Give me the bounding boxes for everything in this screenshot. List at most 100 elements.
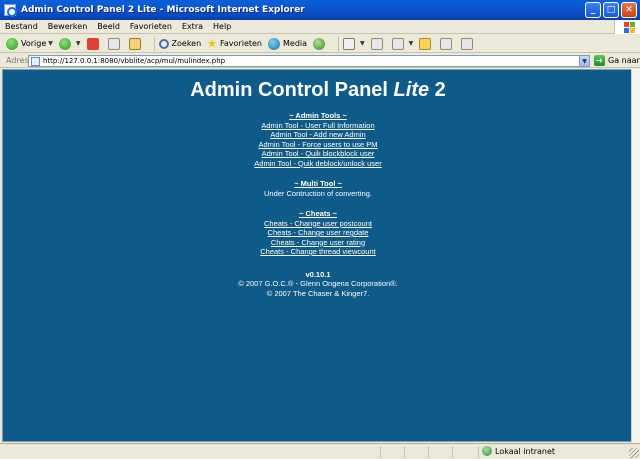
address-bar: Adres http://127.0.0.1:8080/vbblite/acp/… (0, 54, 640, 68)
chevron-down-icon[interactable]: ▼ (579, 56, 589, 66)
forward-arrow-icon (58, 37, 71, 50)
admin-tools-heading: ~ Admin Tools ~ (289, 111, 347, 120)
vertical-scrollbar[interactable] (631, 69, 640, 443)
media-label: Media (283, 39, 308, 48)
folder-button[interactable] (419, 37, 434, 50)
close-button[interactable]: ✕ (621, 2, 637, 18)
admin-tools-section: ~ Admin Tools ~ Admin Tool - User Full I… (3, 111, 633, 168)
messenger-button[interactable] (440, 37, 455, 50)
address-input[interactable]: http://127.0.0.1:8080/vbblite/acp/mul/mu… (28, 55, 590, 67)
research-button[interactable] (461, 37, 476, 50)
copyright-chaser: © 2007 The Chaser & Kinger7. (266, 288, 370, 298)
address-label: Adres (6, 56, 29, 65)
toolbar-separator (153, 36, 155, 51)
back-button[interactable]: Vorige ▼ (6, 37, 53, 50)
status-divider (452, 446, 453, 458)
stop-button[interactable] (86, 37, 102, 50)
stop-icon (86, 37, 99, 50)
intranet-icon (482, 446, 492, 456)
menu-bewerken[interactable]: Bewerken (43, 22, 93, 31)
page-title-main: Admin Control Panel (190, 79, 394, 101)
cheats-section: ~ Cheats ~ Cheats - Change user postcoun… (3, 209, 633, 257)
link-change-viewcount[interactable]: Cheats - Change thread viewcount (3, 247, 633, 257)
refresh-icon (107, 37, 120, 50)
status-divider (478, 446, 479, 458)
home-icon (128, 37, 141, 50)
search-button[interactable]: Zoeken (158, 38, 202, 49)
media-button[interactable]: Media (268, 37, 308, 50)
messenger-icon (440, 37, 453, 50)
home-button[interactable] (128, 37, 144, 50)
link-force-pm[interactable]: Admin Tool - Force users to use PM (3, 140, 633, 150)
print-button[interactable] (370, 37, 386, 50)
menu-favorieten[interactable]: Favorieten (125, 22, 177, 31)
link-quik-deblock[interactable]: Admin Tool - Quik deblock/unlock user (3, 159, 633, 169)
minimize-button[interactable]: _ (585, 2, 601, 18)
forward-button[interactable]: ▼ (58, 37, 81, 50)
multi-tool-text: Under Contruction of converting. (264, 188, 372, 198)
resize-grip[interactable] (629, 448, 639, 458)
edit-button[interactable]: ▼ (391, 37, 414, 50)
window-title: Admin Control Panel 2 Lite - Microsoft I… (21, 5, 305, 15)
search-label: Zoeken (171, 39, 202, 48)
page-title-lite: Lite (393, 79, 430, 101)
go-arrow-icon: ➜ (594, 55, 605, 66)
back-arrow-icon (6, 37, 18, 50)
page-icon (31, 56, 40, 66)
star-icon: ★ (207, 37, 218, 50)
link-change-rating[interactable]: Cheats - Change user rating (3, 238, 633, 248)
favorites-button[interactable]: ★ Favorieten (207, 37, 262, 50)
media-icon (268, 37, 280, 50)
page-title-version: 2 (429, 79, 446, 101)
multi-tool-section: ~ Multi Tool ~ Under Contruction of conv… (3, 179, 633, 198)
cheats-heading: ~ Cheats ~ (299, 209, 337, 218)
word-icon (391, 37, 404, 50)
go-label: Ga naar (608, 56, 640, 65)
address-value[interactable]: http://127.0.0.1:8080/vbblite/acp/mul/mu… (43, 57, 225, 65)
toolbar: Vorige ▼ ▼ Zoeken ★ Favorieten Media ▼ ▼ (0, 35, 640, 53)
menu-extra[interactable]: Extra (177, 22, 208, 31)
link-add-new-admin[interactable]: Admin Tool - Add new Admin (3, 130, 633, 140)
title-bar[interactable]: Admin Control Panel 2 Lite - Microsoft I… (0, 0, 640, 20)
chevron-down-icon[interactable]: ▼ (409, 40, 414, 47)
status-divider (428, 446, 429, 458)
window-controls: _ □ ✕ (585, 2, 637, 18)
menu-bar: Bestand Bewerken Beeld Favorieten Extra … (0, 20, 640, 34)
status-divider (380, 446, 381, 458)
go-button[interactable]: ➜ Ga naar (594, 55, 640, 66)
back-label: Vorige (21, 39, 47, 48)
mail-icon (343, 37, 356, 50)
page-title: Admin Control Panel Lite 2 (3, 79, 633, 103)
page-footer: v0.10.1 © 2007 G.O.C.® - Glenn Ongena Co… (3, 270, 633, 299)
search-icon (158, 38, 169, 49)
status-divider (404, 446, 405, 458)
version-text: v0.10.1 (305, 269, 331, 279)
research-icon (461, 37, 474, 50)
ie-icon (4, 4, 17, 17)
status-bar: Lokaal intranet (0, 443, 640, 459)
security-zone: Lokaal intranet (482, 446, 555, 456)
menu-beeld[interactable]: Beeld (92, 22, 125, 31)
refresh-button[interactable] (107, 37, 123, 50)
toolbar-separator (338, 36, 340, 51)
menu-bestand[interactable]: Bestand (0, 22, 43, 31)
zone-label: Lokaal intranet (495, 446, 556, 456)
link-user-full-info[interactable]: Admin Tool - User Full Information (3, 121, 633, 131)
print-icon (370, 37, 383, 50)
link-quik-block[interactable]: Admin Tool - Quik blockblock user (3, 149, 633, 159)
folder-icon (419, 37, 432, 50)
favorites-label: Favorieten (220, 39, 262, 48)
link-change-regdate[interactable]: Cheats - Change user regdate (3, 228, 633, 238)
copyright-goc: © 2007 G.O.C.® - Glenn Ongena Corporatio… (238, 279, 398, 288)
history-icon (313, 37, 326, 50)
history-button[interactable] (313, 37, 328, 50)
multi-tool-heading: ~ Multi Tool ~ (294, 179, 342, 188)
maximize-button[interactable]: □ (603, 2, 619, 18)
chevron-down-icon[interactable]: ▼ (360, 40, 365, 47)
page-content: Admin Control Panel Lite 2 ~ Admin Tools… (3, 79, 633, 298)
chevron-down-icon[interactable]: ▼ (76, 40, 81, 47)
chevron-down-icon[interactable]: ▼ (48, 40, 53, 47)
mail-button[interactable]: ▼ (343, 37, 365, 50)
menu-help[interactable]: Help (208, 22, 236, 31)
link-change-postcount[interactable]: Cheats - Change user postcount (3, 219, 633, 229)
